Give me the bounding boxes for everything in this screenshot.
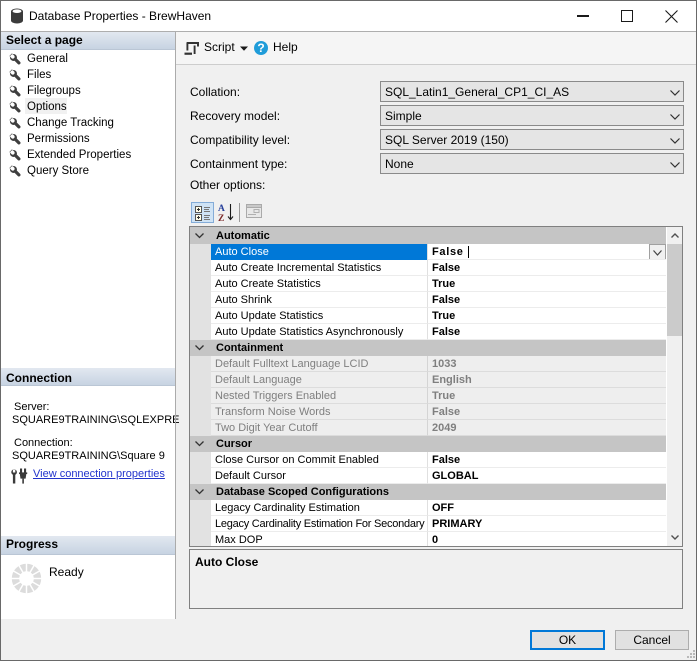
svg-text:A: A [218, 204, 225, 214]
svg-text:Z: Z [218, 214, 224, 223]
svg-text:?: ? [257, 41, 264, 55]
